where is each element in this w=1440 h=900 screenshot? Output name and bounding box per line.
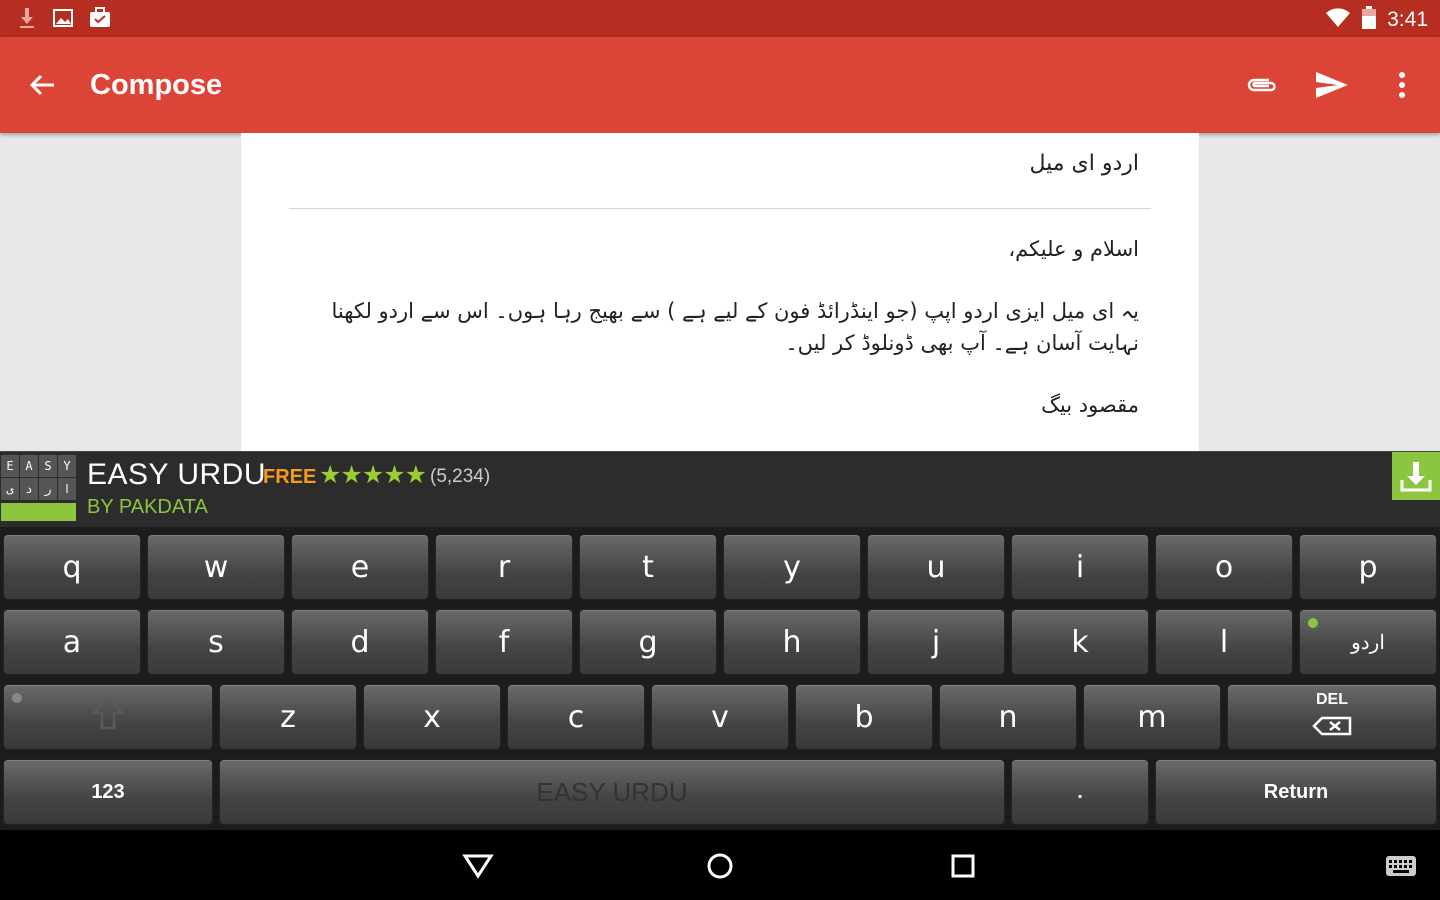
status-bar: 3:41 <box>0 0 1440 37</box>
key-v[interactable]: v <box>651 684 789 750</box>
active-indicator <box>1308 618 1318 628</box>
key-j[interactable]: j <box>867 609 1005 675</box>
back-triangle-icon[interactable] <box>458 848 498 884</box>
rating-count: (5,234) <box>430 466 491 487</box>
message-body-field[interactable]: اسلام و علیکم، یہ ای میل ایزی اردو اپپ (… <box>301 233 1139 451</box>
period-key[interactable]: . <box>1011 759 1149 825</box>
status-time: 3:41 <box>1387 8 1428 31</box>
more-vert-icon[interactable] <box>1382 65 1422 105</box>
keyboard: q w e r t y u i o p a s d f g h j k l ار… <box>0 527 1440 830</box>
download-icon[interactable] <box>1392 452 1440 500</box>
key-m[interactable]: m <box>1083 684 1221 750</box>
shift-arrow-icon <box>91 696 125 738</box>
key-a[interactable]: a <box>3 609 141 675</box>
key-h[interactable]: h <box>723 609 861 675</box>
key-k[interactable]: k <box>1011 609 1149 675</box>
shift-key[interactable] <box>3 684 213 750</box>
key-d[interactable]: d <box>291 609 429 675</box>
key-n[interactable]: n <box>939 684 1077 750</box>
key-u[interactable]: u <box>867 534 1005 600</box>
keyboard-icon[interactable] <box>1381 848 1421 884</box>
key-y[interactable]: y <box>723 534 861 600</box>
key-g[interactable]: g <box>579 609 717 675</box>
language-switch-key[interactable]: اردو <box>1299 609 1437 675</box>
shift-indicator <box>12 693 22 703</box>
battery-icon <box>1361 6 1377 34</box>
download-icon <box>16 6 38 34</box>
key-t[interactable]: t <box>579 534 717 600</box>
key-q[interactable]: q <box>3 534 141 600</box>
page-title: Compose <box>90 69 223 101</box>
key-r[interactable]: r <box>435 534 573 600</box>
key-p[interactable]: p <box>1299 534 1437 600</box>
numbers-key[interactable]: 123 <box>3 759 213 825</box>
send-icon[interactable] <box>1312 65 1352 105</box>
key-s[interactable]: s <box>147 609 285 675</box>
publisher-label: BY PAKDATA <box>87 496 208 518</box>
key-c[interactable]: c <box>507 684 645 750</box>
subject-field[interactable]: اردو ای میل <box>1029 151 1139 176</box>
key-l[interactable]: l <box>1155 609 1293 675</box>
key-o[interactable]: o <box>1155 534 1293 600</box>
key-e[interactable]: e <box>291 534 429 600</box>
recents-square-icon[interactable] <box>943 848 983 884</box>
space-bar[interactable]: EASY URDU <box>219 759 1005 825</box>
backspace-icon <box>1312 709 1352 744</box>
back-arrow-icon[interactable] <box>22 65 62 105</box>
app-name: EASY URDU <box>87 458 266 491</box>
key-w[interactable]: w <box>147 534 285 600</box>
key-z[interactable]: z <box>219 684 357 750</box>
key-b[interactable]: b <box>795 684 933 750</box>
key-x[interactable]: x <box>363 684 501 750</box>
image-icon <box>52 7 74 33</box>
app-logo: E A S Y ی د ر ا <box>1 455 77 527</box>
divider <box>289 208 1151 209</box>
keyboard-ad-banner[interactable]: E A S Y ی د ر ا EASY URDU FREE ★★★★★ (5,… <box>0 451 1440 527</box>
home-circle-icon[interactable] <box>700 848 740 884</box>
attach-icon[interactable] <box>1242 65 1282 105</box>
rating-stars: ★★★★★ <box>319 460 427 489</box>
wifi-icon <box>1325 7 1351 33</box>
compose-card: اردو ای میل اسلام و علیکم، یہ ای میل ایز… <box>241 133 1199 451</box>
key-i[interactable]: i <box>1011 534 1149 600</box>
key-f[interactable]: f <box>435 609 573 675</box>
system-nav-bar <box>0 830 1440 900</box>
app-bar: Compose <box>0 37 1440 133</box>
message-paragraph: یہ ای میل ایزی اردو اپپ (جو اینڈرائڈ فون… <box>331 299 1139 355</box>
return-key[interactable]: Return <box>1155 759 1437 825</box>
delete-key[interactable]: DEL <box>1227 684 1437 750</box>
greeting-line: اسلام و علیکم، <box>1008 237 1139 261</box>
price-label: FREE <box>263 466 317 488</box>
signature-line: مقصود بیگ <box>1041 393 1139 417</box>
briefcase-check-icon <box>88 7 112 33</box>
